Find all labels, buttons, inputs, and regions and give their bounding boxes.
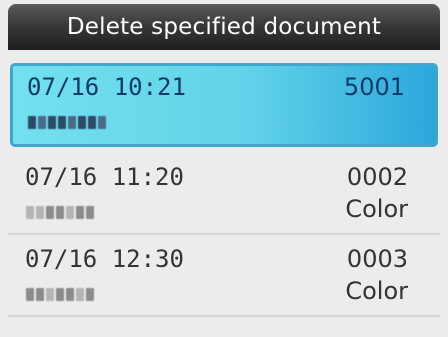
document-datetime: 07/16 11:20	[25, 163, 184, 191]
masked-char	[78, 115, 86, 129]
document-color-mode: Color	[345, 277, 408, 305]
masked-char	[76, 205, 84, 219]
masked-char	[26, 287, 34, 301]
masked-char	[48, 115, 56, 129]
masked-char	[66, 287, 74, 301]
document-row-3[interactable]: 07/16 12:30 0003 Color	[8, 235, 440, 317]
masked-char	[26, 205, 34, 219]
masked-char	[56, 205, 64, 219]
masked-char	[46, 205, 54, 219]
masked-char	[68, 115, 76, 129]
document-datetime: 07/16 12:30	[25, 245, 184, 273]
sender-masked	[26, 287, 94, 301]
masked-char	[56, 287, 64, 301]
sender-masked	[26, 205, 94, 219]
document-row-2[interactable]: 07/16 11:20 0002 Color	[8, 153, 440, 235]
masked-char	[36, 287, 44, 301]
masked-char	[38, 115, 46, 129]
masked-char	[76, 287, 84, 301]
document-number: 0003	[346, 245, 408, 273]
masked-char	[86, 287, 94, 301]
document-row-1[interactable]: 07/16 10:21 5001	[10, 63, 438, 147]
sender-masked	[28, 115, 106, 129]
document-color-mode: Color	[345, 195, 408, 223]
masked-char	[88, 115, 96, 129]
masked-char	[28, 115, 36, 129]
masked-char	[36, 205, 44, 219]
masked-char	[58, 115, 66, 129]
lcd-screen: Delete specified document 07/16 10:21 50…	[0, 0, 448, 337]
masked-char	[66, 205, 74, 219]
masked-char	[86, 205, 94, 219]
document-number: 5001	[343, 73, 405, 101]
title-bar: Delete specified document	[8, 4, 440, 50]
document-datetime: 07/16 10:21	[27, 73, 186, 101]
masked-char	[98, 115, 106, 129]
document-number: 0002	[346, 163, 408, 191]
document-list: 07/16 10:21 5001 07/16 11:20 0002 Color	[8, 56, 440, 317]
screen-title: Delete specified document	[66, 14, 382, 40]
masked-char	[46, 287, 54, 301]
